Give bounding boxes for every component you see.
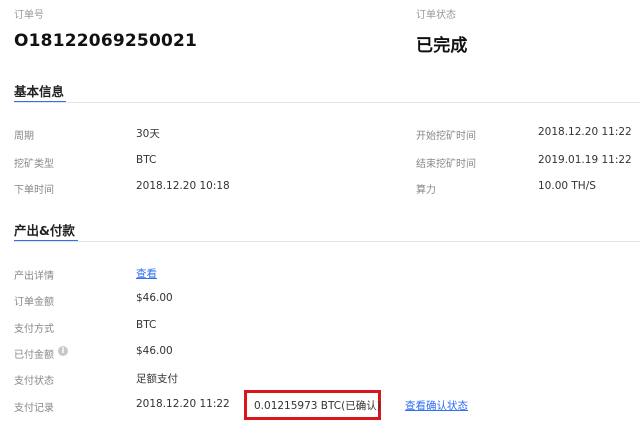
output-detail-link[interactable]: 查看 bbox=[136, 266, 157, 281]
order-number: O18122069250021 bbox=[14, 31, 198, 51]
pay-record-label: 支付记录 bbox=[14, 403, 54, 414]
paid-amount-value: $46.00 bbox=[136, 345, 173, 357]
start-time-label: 开始挖矿时间 bbox=[416, 131, 476, 142]
info-icon[interactable]: i bbox=[58, 346, 68, 356]
basic-info-divider bbox=[14, 102, 640, 103]
order-amount-value: $46.00 bbox=[136, 292, 173, 304]
payment-divider bbox=[14, 241, 640, 242]
hashrate-value: 10.00 TH/S bbox=[538, 180, 596, 192]
order-amount-label: 订单金额 bbox=[14, 297, 54, 308]
end-time-label: 结束挖矿时间 bbox=[416, 159, 476, 170]
view-confirm-status-link[interactable]: 查看确认状态 bbox=[405, 398, 468, 413]
order-status: 已完成 bbox=[416, 36, 468, 56]
pay-record-time: 2018.12.20 11:22 bbox=[136, 398, 230, 410]
paid-amount-label: 已付金额 bbox=[14, 350, 54, 361]
order-number-label: 订单号 bbox=[14, 10, 44, 21]
mining-type-label: 挖矿类型 bbox=[14, 159, 54, 170]
mining-type-value: BTC bbox=[136, 154, 157, 166]
start-time-value: 2018.12.20 11:22 bbox=[538, 126, 632, 138]
pay-record-amount: 0.01215973 BTC(已确认) bbox=[254, 400, 381, 412]
order-time-value: 2018.12.20 10:18 bbox=[136, 180, 230, 192]
basic-info-title: 基本信息 bbox=[14, 84, 65, 99]
order-time-label: 下单时间 bbox=[14, 185, 54, 196]
hashrate-label: 算力 bbox=[416, 185, 436, 196]
order-status-label: 订单状态 bbox=[416, 10, 456, 21]
output-detail-label: 产出详情 bbox=[14, 271, 54, 282]
payment-title: 产出&付款 bbox=[14, 223, 75, 238]
period-label: 周期 bbox=[14, 131, 34, 142]
end-time-value: 2019.01.19 11:22 bbox=[538, 154, 632, 166]
pay-method-value: BTC bbox=[136, 319, 157, 331]
pay-method-label: 支付方式 bbox=[14, 324, 54, 335]
pay-status-value: 足额支付 bbox=[136, 373, 178, 385]
pay-status-label: 支付状态 bbox=[14, 376, 54, 387]
period-value: 30天 bbox=[136, 128, 160, 140]
